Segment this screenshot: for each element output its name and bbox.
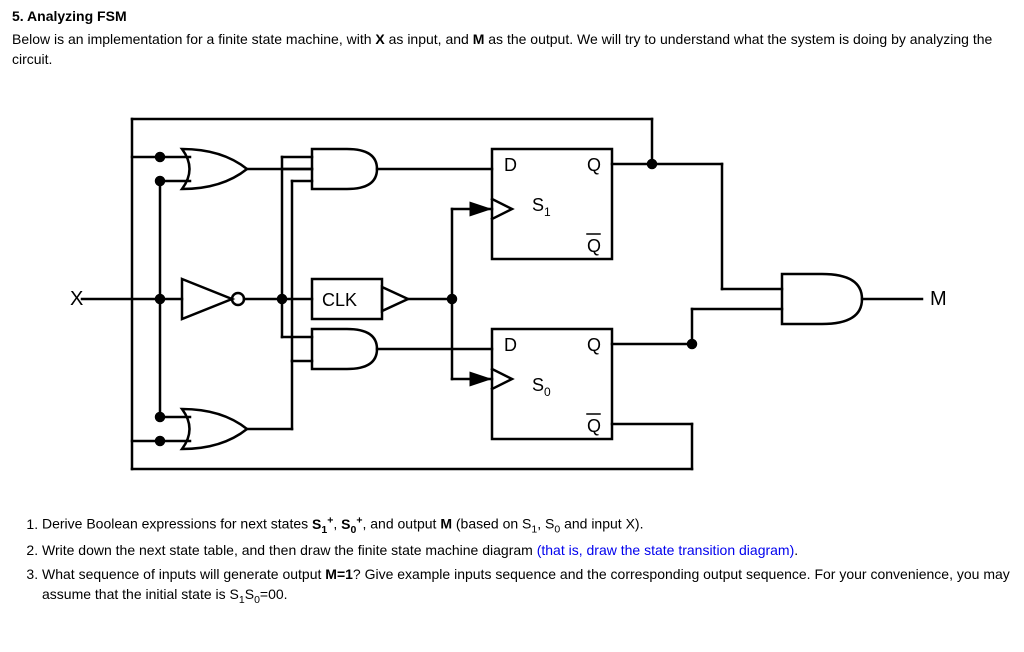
s1p-sup: + <box>327 514 333 526</box>
m-label: M <box>473 31 485 47</box>
ff0-d: D <box>504 335 517 355</box>
q3-a: What sequence of inputs will generate ou… <box>42 566 325 582</box>
label-x: X <box>70 288 83 310</box>
x-label: X <box>375 31 384 47</box>
ff1-d: D <box>504 155 517 175</box>
ff0-q: Q <box>587 335 601 355</box>
ff1-qbar: Q <box>587 236 601 256</box>
svg-text:S1: S1 <box>532 195 551 219</box>
ff0-sub: 0 <box>544 385 551 399</box>
intro-b: as input, and <box>385 31 473 47</box>
questions-list: Derive Boolean expressions for next stat… <box>12 513 1012 607</box>
ff0-qbar: Q <box>587 416 601 436</box>
q1-d: , S <box>537 516 554 532</box>
label-m: M <box>930 288 947 310</box>
ff1-sub: 1 <box>544 205 551 219</box>
ff0-s: S <box>532 375 544 395</box>
intro-a: Below is an implementation for a finite … <box>12 31 375 47</box>
q2-b: . <box>794 542 798 558</box>
q1-c: (based on S <box>452 516 531 532</box>
label-clk: CLK <box>322 290 357 310</box>
question-2: Write down the next state table, and the… <box>42 541 1012 561</box>
q1-a: Derive Boolean expressions for next stat… <box>42 516 312 532</box>
ff1-q: Q <box>587 155 601 175</box>
question-1: Derive Boolean expressions for next stat… <box>42 513 1012 537</box>
q1-b: , and output <box>362 516 440 532</box>
q1-e: and input X). <box>560 516 643 532</box>
q2-blue: (that is, draw the state transition diag… <box>537 542 795 558</box>
intro-text: Below is an implementation for a finite … <box>12 30 1012 69</box>
question-3: What sequence of inputs will generate ou… <box>42 565 1012 607</box>
q3-m: M=1 <box>325 566 353 582</box>
svg-text:S0: S0 <box>532 375 551 399</box>
s1p-a: S <box>312 516 321 532</box>
ff1-s: S <box>532 195 544 215</box>
q2-a: Write down the next state table, and the… <box>42 542 537 558</box>
q3-c: S <box>245 586 254 602</box>
circuit-diagram: X CLK D Q S1 Q D Q S0 Q <box>52 79 972 499</box>
heading: 5. Analyzing FSM <box>12 8 1012 24</box>
q3-d: =00. <box>260 586 288 602</box>
q1-m: M <box>440 516 452 532</box>
